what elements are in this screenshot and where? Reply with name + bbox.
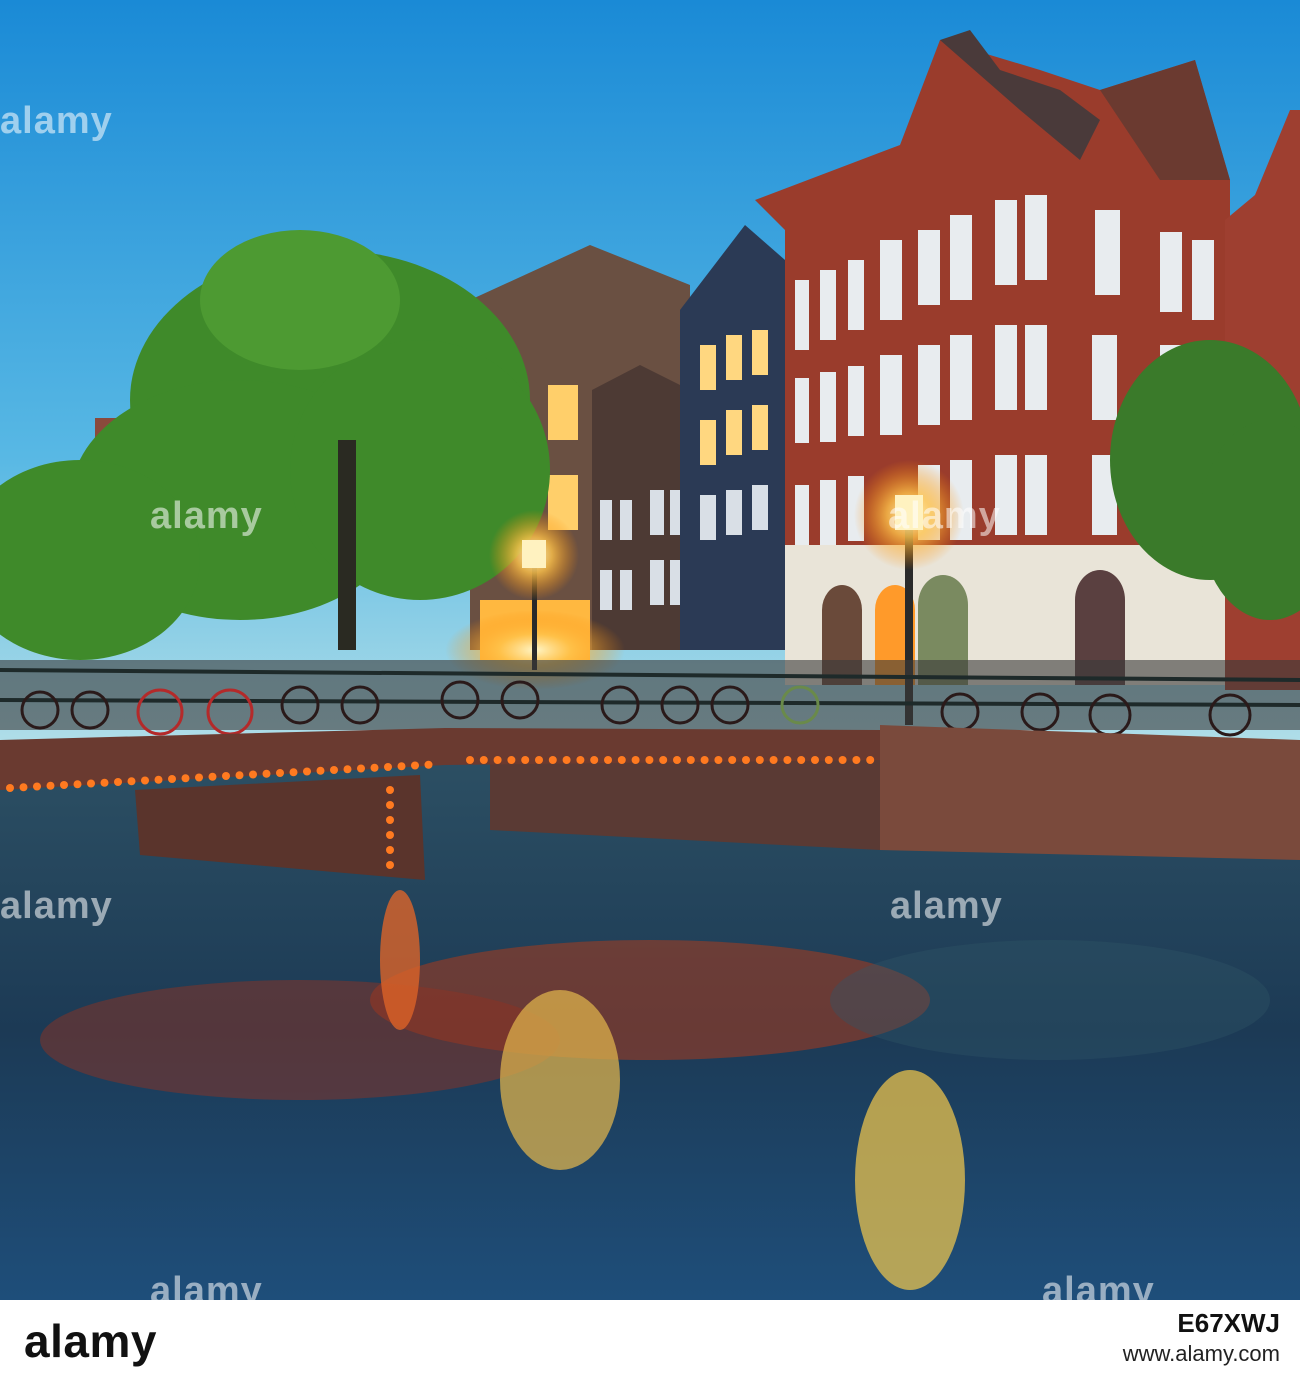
site-url[interactable]: www.alamy.com <box>1123 1341 1280 1367</box>
canal-photo: alamy alamy alamy alamy alamy alamy alam… <box>0 0 1300 1300</box>
photo-scene <box>0 0 1300 1300</box>
watermark: alamy <box>888 495 1001 537</box>
watermark: alamy <box>1042 1270 1155 1300</box>
watermark: alamy <box>0 885 113 927</box>
footer-bar: alamy E67XWJ www.alamy.com <box>0 1300 1300 1390</box>
watermark: alamy <box>150 1270 263 1300</box>
watermark: alamy <box>890 885 1003 927</box>
image-code: E67XWJ <box>1177 1308 1280 1338</box>
image-info: E67XWJ www.alamy.com <box>1123 1308 1280 1367</box>
alamy-logo[interactable]: alamy <box>24 1314 157 1368</box>
watermark: alamy <box>150 495 263 537</box>
watermark: alamy <box>0 100 113 142</box>
quay-wall <box>880 725 1300 860</box>
